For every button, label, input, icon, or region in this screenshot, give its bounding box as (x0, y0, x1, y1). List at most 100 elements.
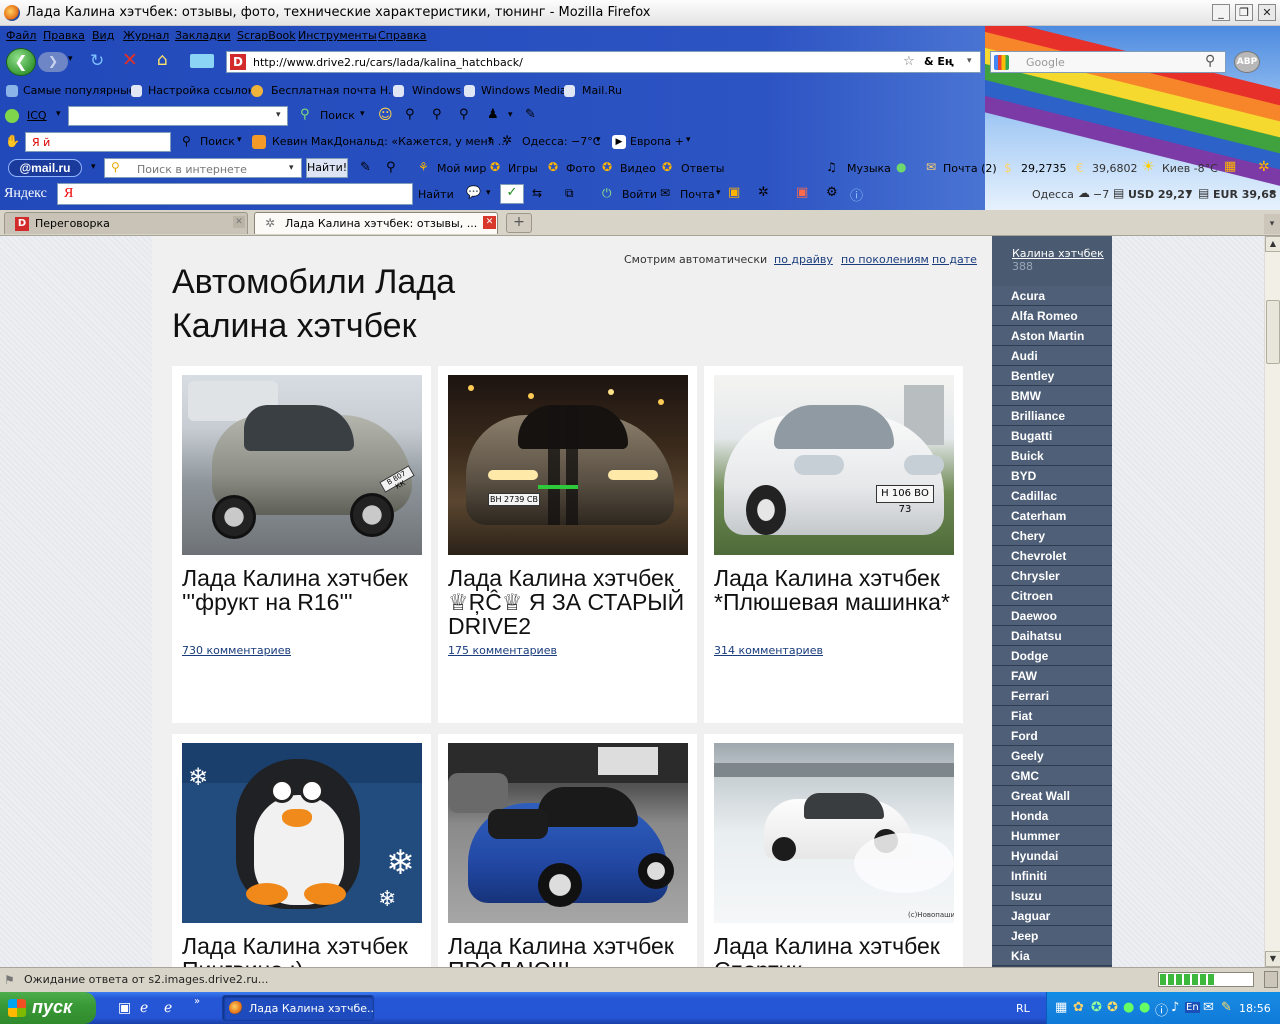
home-icon[interactable]: ⌂ (157, 50, 168, 70)
ya-news[interactable]: Кевин МакДональд: «Кажется, у меня ... (272, 135, 508, 148)
brand-link[interactable]: Aston Martin (992, 326, 1112, 346)
search-box[interactable]: Google ⚲ (990, 51, 1226, 73)
scroll-thumb[interactable] (1266, 300, 1280, 364)
menu-file[interactable]: Файл (6, 29, 36, 42)
icq-label[interactable]: ICQ (27, 109, 47, 122)
url-dropdown-icon[interactable]: ▾ (967, 56, 972, 66)
tray-icon[interactable]: ✉ (1203, 1000, 1214, 1015)
widget-icon[interactable]: ▦ (1224, 159, 1236, 174)
brand-link[interactable]: FAW (992, 666, 1112, 686)
tray-icon[interactable]: ✪ (1091, 1000, 1102, 1015)
mail-dropdown[interactable]: ▾ (716, 188, 721, 198)
photo-upload-icon[interactable]: ▣ (728, 185, 740, 200)
history-dropdown-icon[interactable]: ▾ (68, 54, 73, 64)
yandex-usd[interactable]: USD 29,27 (1128, 188, 1193, 201)
brand-link[interactable]: Fiat (992, 706, 1112, 726)
car-photo[interactable]: (c)Новопашин (714, 743, 954, 923)
url-bar[interactable]: D http://www.drive2.ru/cars/lada/kalina_… (226, 51, 981, 73)
tray-icon[interactable]: ▦ (1055, 1000, 1067, 1015)
brand-link[interactable]: Isuzu (992, 886, 1112, 906)
reload-icon[interactable]: ↻ (90, 51, 104, 71)
icq-search-dropdown[interactable]: ▾ (360, 109, 365, 119)
menu-tools[interactable]: Инструменты (298, 29, 377, 42)
start-button[interactable]: пуск (0, 992, 96, 1024)
taskbar-firefox-item[interactable]: Лада Калина хэтчбе... (222, 995, 374, 1021)
ie-icon[interactable]: ℯ (140, 1000, 148, 1016)
sort-by-drive-link[interactable]: по драйву (774, 253, 833, 266)
tab-lada[interactable]: ✲ Лада Калина хэтчбек: отзывы, ... ✕ (254, 212, 498, 234)
menu-view[interactable]: Вид (92, 29, 114, 42)
brand-link[interactable]: BYD (992, 466, 1112, 486)
brand-link[interactable]: Chery (992, 526, 1112, 546)
bookmark-star-icon[interactable]: ☆ (903, 54, 915, 69)
usd-dropdown[interactable]: ▾ (1186, 188, 1191, 198)
mailru-weather[interactable]: Киев -8°C (1162, 162, 1218, 175)
icq-search-button[interactable]: Поиск (320, 109, 355, 122)
news-dropdown[interactable]: ▾ (488, 135, 493, 145)
help-icon[interactable]: ⓘ (850, 185, 863, 204)
menu-help[interactable]: Справка (378, 29, 426, 42)
mailru-photo[interactable]: Фото (566, 162, 595, 175)
ya-search-dropdown[interactable]: ▾ (237, 135, 242, 145)
icq-dropdown-icon[interactable]: ▾ (56, 109, 61, 119)
brand-link[interactable]: Buick (992, 446, 1112, 466)
menu-history[interactable]: Журнал (123, 29, 169, 42)
user-dropdown[interactable]: ▾ (508, 110, 513, 120)
brand-link[interactable]: Daewoo (992, 606, 1112, 626)
ya-europe-plus[interactable]: Европа + (630, 135, 684, 148)
mailru-usd-rate[interactable]: 29,2735 (1021, 162, 1067, 175)
brand-link[interactable]: Chevrolet (992, 546, 1112, 566)
brand-link[interactable]: Chrysler (992, 566, 1112, 586)
pages-icon[interactable]: ⧉ (565, 186, 574, 201)
comments-link[interactable]: 730 комментариев (182, 644, 291, 657)
translate-icon[interactable]: ⇆ (532, 186, 542, 200)
settings-gear-icon[interactable]: ✲ (1258, 159, 1270, 175)
mailru-video[interactable]: Видео (620, 162, 656, 175)
ya-input-text[interactable]: Я й (32, 136, 50, 149)
tray-icon[interactable]: ✪ (1107, 1000, 1118, 1015)
current-model-link[interactable]: Калина хэтчбек (1012, 247, 1104, 260)
yandex-eur[interactable]: EUR 39,68 (1213, 188, 1277, 201)
brand-link[interactable]: Alfa Romeo (992, 306, 1112, 326)
bookmark-popular[interactable]: Самые популярные (23, 84, 136, 97)
quicklaunch-icon[interactable]: ℯ (164, 1000, 172, 1016)
zoom-icon[interactable]: ⚲ (405, 107, 415, 122)
car-title[interactable]: Лада Калина хэтчбек ♕ŖĈ♕ Я ЗА СТАРЫЙ DRI… (448, 566, 694, 638)
weather-dropdown[interactable]: ▾ (596, 135, 601, 145)
icq-flower-icon[interactable] (5, 109, 19, 123)
new-tab-button[interactable]: + (506, 213, 532, 233)
tray-icon[interactable]: ✎ (1221, 1000, 1232, 1015)
close-window-button[interactable]: ✕ (1258, 4, 1276, 21)
car-card[interactable]: Лада Калина хэтчбек ПРОДАЮ!!! (438, 734, 697, 967)
comments-link[interactable]: 175 комментариев (448, 644, 557, 657)
forward-button[interactable]: ❯ (38, 52, 68, 72)
user-icon[interactable]: ♟ (487, 107, 499, 122)
mailru-music[interactable]: Музыка (847, 162, 891, 175)
brand-link[interactable]: Bugatti (992, 426, 1112, 446)
mailru-games[interactable]: Игры (508, 162, 538, 175)
screen-icon[interactable] (190, 54, 214, 68)
bookmark-free-mail[interactable]: Бесплатная почта Н... (271, 84, 399, 97)
brand-link[interactable]: BMW (992, 386, 1112, 406)
icq-search-input[interactable] (68, 106, 288, 126)
brand-link[interactable]: Daihatsu (992, 626, 1112, 646)
car-card[interactable]: ВН 2739 СВ Лада Калина хэтчбек ♕ŖĈ♕ Я ЗА… (438, 366, 697, 723)
brand-link[interactable]: GMC (992, 766, 1112, 786)
smiley-icon[interactable]: ☺ (378, 107, 393, 123)
icq-input-dropdown[interactable]: ▾ (276, 110, 281, 120)
back-button[interactable]: ❮ (6, 48, 36, 76)
tray-icon[interactable]: ● (1123, 1000, 1134, 1015)
scroll-down-button[interactable]: ▼ (1265, 951, 1280, 967)
brand-link[interactable]: Honda (992, 806, 1112, 826)
sort-by-generation-link[interactable]: по поколениям (841, 253, 929, 266)
mailru-input-dropdown[interactable]: ▾ (289, 163, 294, 173)
highlight-icon[interactable]: ⚲ (386, 160, 396, 175)
minimize-button[interactable]: _ (1212, 4, 1230, 21)
car-title[interactable]: Лада Калина хэтчбек ПРОДАЮ!!! (448, 934, 694, 967)
brand-link[interactable]: Dodge (992, 646, 1112, 666)
pencil-icon[interactable]: ✎ (360, 160, 371, 175)
mailru-search-input[interactable]: ⚲ Поиск в интернете ▾ (104, 158, 302, 178)
mailru-eur-rate[interactable]: 39,6802 (1092, 162, 1138, 175)
yandex-city[interactable]: Одесса (1032, 188, 1074, 201)
bookmark-windows-media[interactable]: Windows Media (481, 84, 567, 97)
